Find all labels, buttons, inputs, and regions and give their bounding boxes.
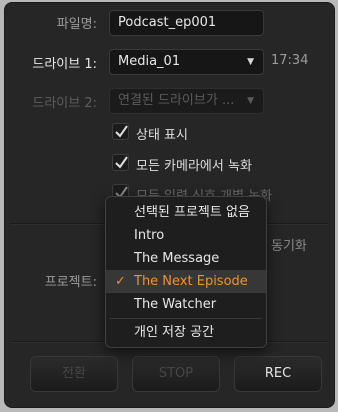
- stop-button[interactable]: STOP: [132, 356, 220, 392]
- chevron-down-icon: ▼: [247, 96, 254, 106]
- show-status-checkbox[interactable]: [112, 123, 129, 140]
- switch-button[interactable]: 전환: [30, 356, 118, 392]
- filename-input[interactable]: Podcast_ep001: [109, 10, 264, 36]
- drive1-label: 드라이브 1:: [32, 57, 97, 72]
- menu-item-label: The Message: [134, 251, 220, 266]
- menu-item-no-project[interactable]: 선택된 프로젝트 없음: [106, 201, 266, 224]
- checkmark-icon: [115, 156, 128, 169]
- show-status-label: 상태 표시: [136, 128, 188, 143]
- checkmark-icon: [115, 125, 128, 138]
- menu-item-label: 선택된 프로젝트 없음: [134, 205, 250, 220]
- rec-button[interactable]: REC: [234, 356, 322, 392]
- project-dropdown-menu: 선택된 프로젝트 없음 Intro The Message ✓ The Next…: [105, 196, 267, 348]
- record-all-cameras-label: 모든 카메라에서 녹화: [136, 159, 252, 174]
- menu-item-label: The Watcher: [134, 297, 217, 312]
- menu-item-label: The Next Episode: [134, 274, 248, 289]
- menu-item-personal-storage[interactable]: 개인 저장 공간: [106, 321, 266, 344]
- menu-item-label: Intro: [134, 228, 165, 243]
- checkmark-icon: ✓: [115, 274, 126, 289]
- drive1-select[interactable]: Media_01 ▼: [109, 49, 264, 75]
- drive1-time: 17:34: [271, 53, 309, 68]
- drive2-value: 연결된 드라이브가 ...: [118, 93, 235, 108]
- menu-item-the-message[interactable]: The Message: [106, 247, 266, 270]
- drive2-label: 드라이브 2:: [32, 96, 97, 111]
- chevron-down-icon: ▼: [247, 57, 254, 67]
- filename-label: 파일명:: [56, 17, 97, 32]
- record-all-cameras-checkbox[interactable]: [112, 154, 129, 171]
- sync-label-partial: 동기화: [271, 239, 307, 254]
- menu-separator: [110, 318, 262, 319]
- drive2-select[interactable]: 연결된 드라이브가 ... ▼: [109, 88, 264, 114]
- drive1-value: Media_01: [118, 54, 181, 69]
- menu-item-label: 개인 저장 공간: [134, 325, 215, 340]
- menu-item-the-watcher[interactable]: The Watcher: [106, 293, 266, 316]
- menu-item-intro[interactable]: Intro: [106, 224, 266, 247]
- project-label: 프로젝트:: [44, 275, 97, 290]
- menu-item-the-next-episode[interactable]: ✓ The Next Episode: [106, 270, 266, 293]
